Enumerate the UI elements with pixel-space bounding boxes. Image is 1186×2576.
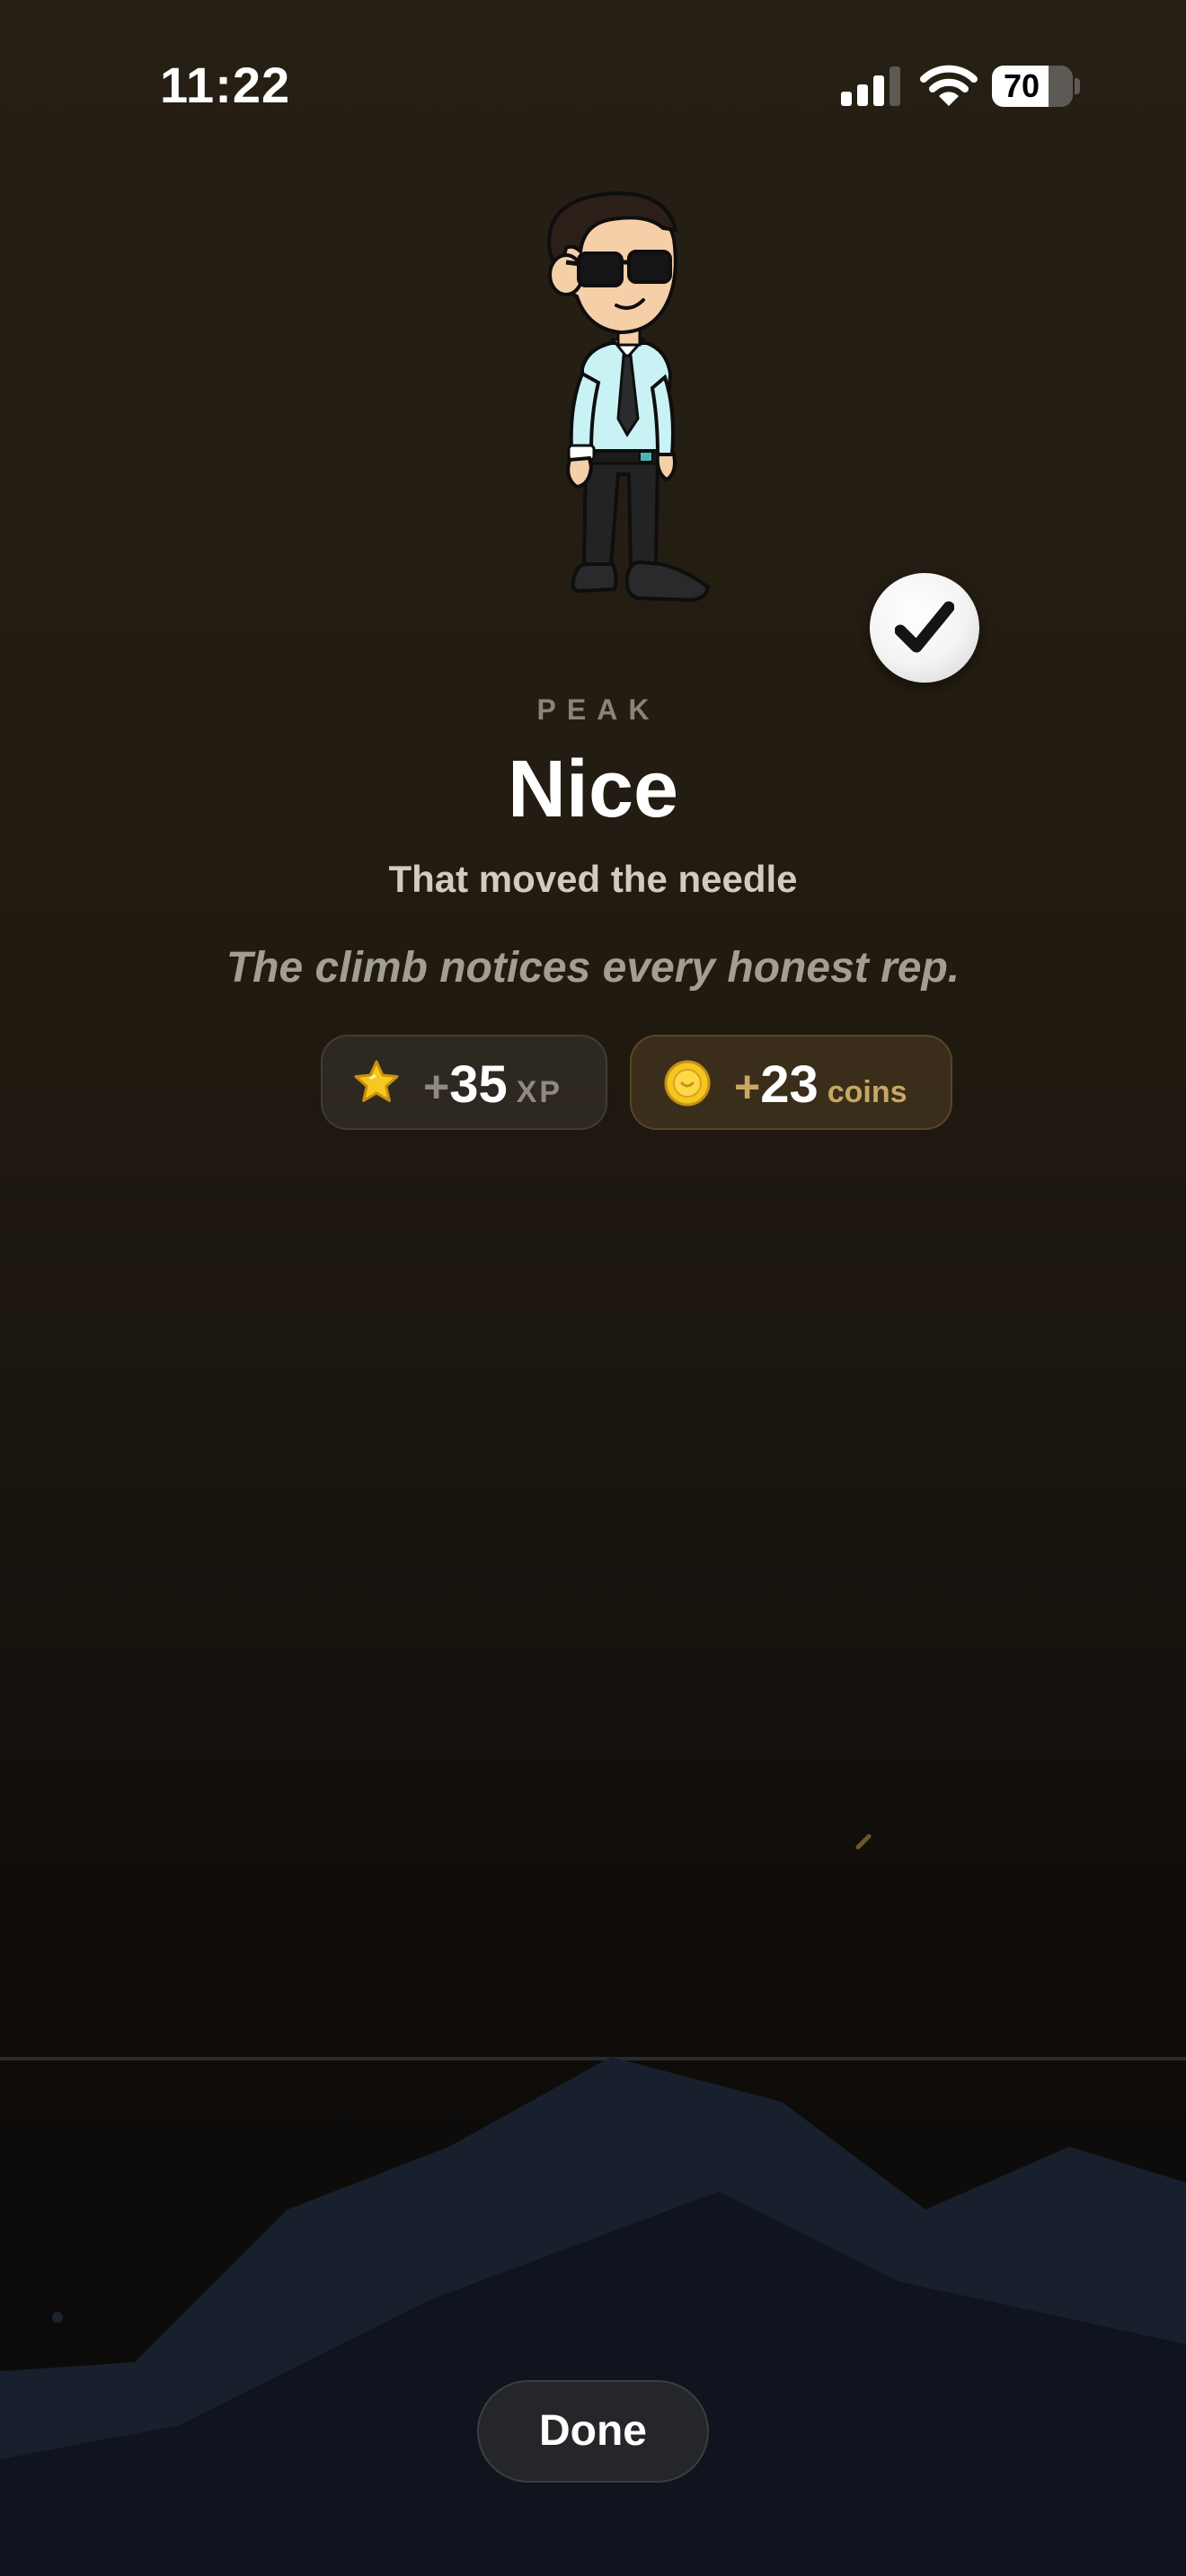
- mountain-range-illustration: [0, 2057, 1186, 2576]
- xp-plus-sign: +: [423, 1062, 450, 1112]
- battery-icon: 70: [992, 66, 1073, 107]
- status-time: 11:22: [160, 57, 291, 113]
- coin-icon: [664, 1060, 711, 1107]
- battery-cap: [1075, 78, 1080, 94]
- coins-reward-value: +23 coins: [734, 1054, 907, 1115]
- xp-reward-value: +35 XP: [423, 1054, 562, 1115]
- star-icon: [354, 1060, 399, 1102]
- coins-plus-sign: +: [734, 1062, 761, 1112]
- wifi-icon: [920, 65, 978, 106]
- result-eyebrow: PEAK: [536, 693, 660, 726]
- cartoon-businessman-avatar: [547, 191, 711, 603]
- done-button[interactable]: Done: [477, 2380, 709, 2483]
- xp-reward-pill: +35 XP: [321, 1035, 607, 1130]
- result-quote: The climb notices every honest rep.: [226, 944, 960, 992]
- xp-amount: 35: [449, 1055, 508, 1114]
- status-bar: 11:22 70: [0, 0, 1186, 171]
- cellular-signal-icon: [841, 66, 900, 106]
- coins-unit: coins: [827, 1075, 907, 1109]
- checkmark-badge: [870, 573, 979, 683]
- checkmark-icon: [895, 601, 954, 653]
- result-subtitle: That moved the needle: [388, 858, 798, 900]
- result-title: Nice: [507, 745, 679, 834]
- decorative-dash: [854, 1832, 872, 1851]
- coins-amount: 23: [760, 1055, 819, 1114]
- battery-percent: 70: [1003, 67, 1040, 104]
- xp-unit: XP: [516, 1075, 563, 1109]
- coins-reward-pill: +23 coins: [630, 1035, 952, 1130]
